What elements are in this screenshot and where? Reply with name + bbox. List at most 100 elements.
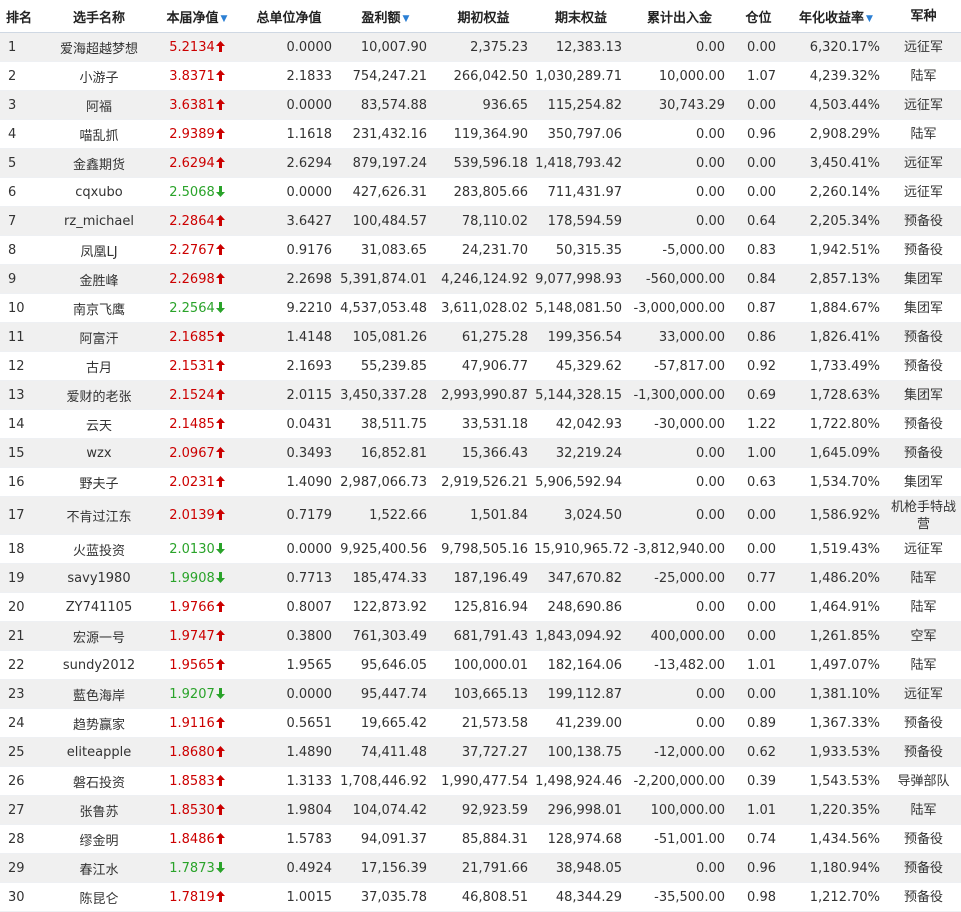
cell-rank-text: 15 bbox=[8, 445, 25, 461]
cell-initial-equity-text: 681,791.43 bbox=[453, 628, 528, 644]
cell-final-equity: 3,024.50 bbox=[534, 496, 628, 535]
cell-initial-equity: 103,665.13 bbox=[433, 679, 534, 709]
cell-initial-equity: 681,791.43 bbox=[433, 621, 534, 651]
cell-profit: 231,432.16 bbox=[338, 119, 433, 149]
table-row: 7 rz_michael 2.2864 3.6427 100,484.57 78,110.… bbox=[0, 206, 961, 236]
cell-profit: 37,035.78 bbox=[338, 882, 433, 912]
sort-desc-icon[interactable]: ▼ bbox=[866, 14, 873, 24]
cell-current-net-value: 1.8486 bbox=[154, 824, 240, 854]
column-header-current-net-value[interactable]: 本届净值 ▼ bbox=[154, 0, 240, 33]
cell-rank-text: 13 bbox=[8, 387, 25, 403]
column-header-label: 排名 bbox=[6, 10, 33, 26]
cell-cumulative-cash-flow: -12,000.00 bbox=[628, 737, 731, 767]
cell-profit-text: 100,484.57 bbox=[352, 213, 427, 229]
red-arrow-up-icon bbox=[215, 509, 225, 520]
cell-total-unit-net-value-text: 1.1618 bbox=[286, 126, 333, 142]
cell-cumulative-cash-flow: 0.00 bbox=[628, 467, 731, 497]
cell-rank-text: 30 bbox=[8, 889, 25, 905]
cell-team: 陆军 bbox=[886, 61, 961, 91]
sort-desc-icon[interactable]: ▼ bbox=[221, 14, 228, 24]
red-arrow-up-icon bbox=[215, 446, 225, 458]
cell-final-equity-text: 9,077,998.93 bbox=[535, 271, 622, 287]
cell-current-net-value: 1.9565 bbox=[154, 650, 240, 680]
column-header-position: 仓位 bbox=[731, 0, 786, 33]
cell-position: 0.00 bbox=[731, 32, 786, 62]
cell-position: 0.00 bbox=[731, 148, 786, 178]
cell-rank-text: 2 bbox=[8, 68, 17, 84]
cell-cumulative-cash-flow: 33,000.00 bbox=[628, 322, 731, 352]
cell-cumulative-cash-flow: -51,001.00 bbox=[628, 824, 731, 854]
cell-position-text: 0.62 bbox=[747, 744, 776, 760]
cell-profit-text: 83,574.88 bbox=[360, 97, 427, 113]
cell-player-name-text: 春江水 bbox=[79, 862, 119, 878]
cell-current-net-value: 2.0130 bbox=[154, 534, 240, 564]
column-header-annualized-return[interactable]: 年化收益率 ▼ bbox=[786, 0, 886, 33]
cell-annualized-return: 1,942.51% bbox=[786, 235, 886, 265]
cell-total-unit-net-value: 9.2210 bbox=[240, 293, 338, 323]
cell-initial-equity-text: 4,246,124.92 bbox=[441, 271, 528, 287]
cell-team: 预备役 bbox=[886, 322, 961, 352]
cell-position-text: 1.00 bbox=[747, 445, 776, 461]
net-value-text: 2.1685 bbox=[169, 329, 215, 345]
cell-profit: 38,511.75 bbox=[338, 409, 433, 439]
cell-rank-text: 4 bbox=[8, 126, 17, 142]
cell-profit-text: 55,239.85 bbox=[360, 358, 427, 374]
cell-initial-equity-text: 266,042.50 bbox=[453, 68, 528, 84]
cell-current-net-value: 2.2698 bbox=[154, 264, 240, 294]
net-value-text: 2.0139 bbox=[169, 508, 215, 523]
table-row: 5 金鑫期货 2.6294 2.6294 879,197.24 539,596.18 1,4… bbox=[0, 148, 961, 178]
cell-position: 0.77 bbox=[731, 563, 786, 593]
net-value-text: 2.6294 bbox=[169, 155, 215, 171]
cell-total-unit-net-value-text: 0.0000 bbox=[286, 686, 333, 702]
cell-cumulative-cash-flow: -25,000.00 bbox=[628, 563, 731, 593]
cell-rank: 16 bbox=[0, 467, 44, 497]
cell-rank-text: 24 bbox=[8, 715, 25, 731]
net-value: 3.6381 bbox=[169, 98, 225, 113]
cell-rank-text: 16 bbox=[8, 474, 25, 490]
table-row: 21 宏源一号 1.9747 0.3800 761,303.49 681,791.43 1,… bbox=[0, 621, 961, 651]
cell-rank: 21 bbox=[0, 621, 44, 651]
cell-cumulative-cash-flow: 0.00 bbox=[628, 119, 731, 149]
cell-annualized-return-text: 1,586.92% bbox=[809, 508, 880, 523]
cell-team: 预备役 bbox=[886, 235, 961, 265]
cell-final-equity-text: 45,329.62 bbox=[555, 358, 622, 374]
cell-team-text: 预备役 bbox=[903, 416, 943, 432]
cell-position: 0.00 bbox=[731, 592, 786, 622]
cell-rank: 1 bbox=[0, 32, 44, 62]
cell-initial-equity-text: 539,596.18 bbox=[453, 155, 528, 171]
cell-initial-equity-text: 2,919,526.21 bbox=[441, 474, 528, 490]
cell-rank: 4 bbox=[0, 119, 44, 149]
sort-desc-icon[interactable]: ▼ bbox=[403, 14, 410, 24]
cell-position-text: 0.98 bbox=[747, 889, 776, 905]
cell-team: 导弹部队 bbox=[886, 766, 961, 796]
column-header-profit[interactable]: 盈利额 ▼ bbox=[338, 0, 433, 33]
cell-team-text: 集团军 bbox=[903, 474, 943, 490]
cell-final-equity: 12,383.13 bbox=[534, 32, 628, 62]
cell-cumulative-cash-flow: 0.00 bbox=[628, 679, 731, 709]
cell-total-unit-net-value-text: 1.4090 bbox=[286, 474, 333, 490]
cell-annualized-return-text: 6,320.17% bbox=[809, 39, 880, 55]
cell-initial-equity: 2,375.23 bbox=[433, 32, 534, 62]
cell-total-unit-net-value: 0.0000 bbox=[240, 679, 338, 709]
cell-rank: 7 bbox=[0, 206, 44, 236]
cell-player-name-text: 火蓝投资 bbox=[72, 543, 125, 559]
column-header-team: 军种 bbox=[886, 0, 961, 33]
table-row: 14 云天 2.1485 0.0431 38,511.75 33,531.18 42,042… bbox=[0, 409, 961, 439]
cell-cumulative-cash-flow: -560,000.00 bbox=[628, 264, 731, 294]
cell-profit: 1,708,446.92 bbox=[338, 766, 433, 796]
net-value: 2.2864 bbox=[169, 214, 225, 229]
cell-annualized-return-text: 1,733.49% bbox=[809, 358, 880, 374]
net-value-text: 2.2698 bbox=[169, 271, 215, 287]
cell-profit-text: 231,432.16 bbox=[352, 126, 427, 142]
cell-current-net-value: 1.7819 bbox=[154, 882, 240, 912]
cell-team: 远征军 bbox=[886, 90, 961, 120]
cell-position-text: 0.84 bbox=[747, 271, 776, 287]
column-header-label: 期末权益 bbox=[554, 10, 607, 26]
cell-annualized-return: 3,450.41% bbox=[786, 148, 886, 178]
red-arrow-up-icon bbox=[215, 272, 225, 284]
net-value-text: 2.0130 bbox=[169, 541, 215, 557]
net-value: 2.1524 bbox=[169, 388, 225, 403]
cell-annualized-return-text: 4,503.44% bbox=[809, 97, 880, 113]
cell-final-equity: 1,418,793.42 bbox=[534, 148, 628, 178]
cell-position-text: 0.39 bbox=[747, 773, 776, 789]
